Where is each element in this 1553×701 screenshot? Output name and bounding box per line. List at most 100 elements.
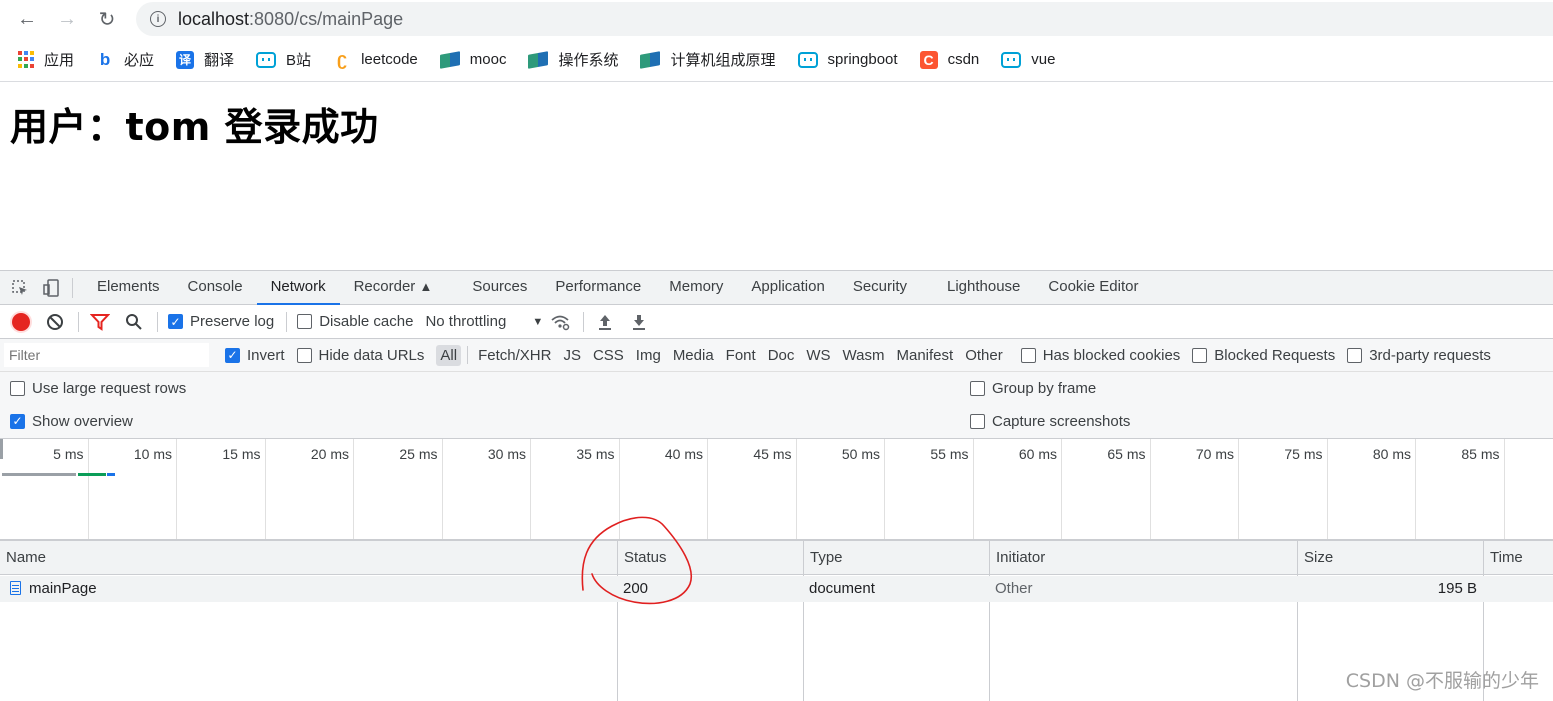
back-icon[interactable]: ← [12, 4, 42, 34]
timeline-tick-label: 20 ms [310, 446, 349, 462]
show-overview-checkbox[interactable]: ✓ Show overview [10, 413, 133, 430]
tab-network[interactable]: Network [256, 271, 340, 305]
network-conditions-button[interactable] [549, 311, 571, 333]
blocked-requests-label: Blocked Requests [1214, 346, 1336, 364]
tab-console[interactable]: Console [174, 271, 257, 305]
cell-name: mainPage [4, 576, 97, 602]
filter-type-fetch-xhr[interactable]: Fetch/XHR [474, 345, 555, 366]
timeline-tick: 10 ms [89, 439, 177, 539]
export-har-button[interactable] [628, 311, 650, 333]
has-blocked-cookies-label: Has blocked cookies [1042, 346, 1181, 364]
device-toolbar-icon[interactable] [42, 278, 62, 298]
timeline-tick-label: 40 ms [664, 446, 703, 462]
tab-security[interactable]: Security [839, 271, 921, 305]
hide-data-urls-label: Hide data URLs [318, 346, 425, 364]
record-button[interactable] [10, 311, 32, 333]
checkbox-unchecked-icon [970, 413, 985, 429]
table-header: Name Status Type Initiator Size Time [0, 541, 1553, 575]
bookmark-leetcode[interactable]: ʗ leetcode [333, 49, 418, 69]
filter-type-all[interactable]: All [436, 344, 462, 366]
filter-type-manifest[interactable]: Manifest [893, 345, 958, 366]
timeline-tick: 35 ms [531, 439, 620, 539]
divider [157, 311, 158, 332]
tab-memory[interactable]: Memory [655, 271, 737, 305]
column-size[interactable]: Size [1297, 541, 1483, 575]
bookmark-os[interactable]: 操作系统 [528, 49, 618, 70]
network-overview-timeline[interactable]: 5 ms 10 ms 15 ms 20 ms 25 ms 30 ms 35 ms 40 ms 4… [0, 439, 1553, 541]
settings-row: Use large request rows Group by frame [0, 372, 1553, 404]
blocked-requests-checkbox[interactable]: Blocked Requests [1192, 347, 1335, 364]
url-port: :8080 [249, 8, 295, 29]
throttling-select[interactable]: No throttling ▼ [425, 313, 543, 330]
capture-screenshots-checkbox[interactable]: Capture screenshots [970, 413, 1130, 430]
filter-type-doc[interactable]: Doc [764, 345, 799, 366]
filter-type-wasm[interactable]: Wasm [839, 345, 889, 366]
cell-initiator: Other [995, 580, 1033, 597]
timeline-tick-label: 45 ms [753, 446, 792, 462]
bookmark-label: B站 [286, 52, 312, 69]
filter-type-ws[interactable]: WS [802, 345, 834, 366]
checkbox-unchecked-icon [1192, 347, 1208, 363]
tab-elements[interactable]: Elements [83, 271, 174, 305]
disable-cache-checkbox[interactable]: Disable cache [297, 313, 413, 330]
address-row: ← → ↻ i localhost:8080/cs/mainPage [0, 0, 1553, 38]
tab-sources[interactable]: Sources [458, 271, 541, 305]
tab-performance[interactable]: Performance [541, 271, 655, 305]
clear-button[interactable] [44, 311, 66, 333]
column-status[interactable]: Status [617, 541, 803, 575]
filter-type-media[interactable]: Media [669, 345, 718, 366]
overview-bar-download [78, 473, 106, 476]
bookmark-label: leetcode [361, 51, 418, 68]
import-har-button[interactable] [594, 311, 616, 333]
filter-type-js[interactable]: JS [559, 345, 585, 366]
bookmark-apps[interactable]: 应用 [18, 49, 74, 70]
tab-recorder[interactable]: Recorder ▲ [340, 271, 447, 305]
bookmark-translate[interactable]: 译 翻译 [176, 49, 234, 70]
reload-icon[interactable]: ↻ [92, 4, 122, 34]
timeline-tick: 45 ms [708, 439, 797, 539]
url-text[interactable]: localhost:8080/cs/mainPage [178, 9, 403, 30]
filter-toggle-button[interactable] [89, 311, 111, 333]
bookmark-springboot[interactable]: springboot [797, 51, 898, 68]
column-type[interactable]: Type [803, 541, 989, 575]
preserve-log-checkbox[interactable]: ✓ Preserve log [168, 313, 274, 330]
column-time[interactable]: Time [1483, 541, 1553, 575]
forward-icon[interactable]: → [52, 4, 82, 34]
inspect-element-icon[interactable] [10, 278, 30, 298]
timeline-tick: 85 ms [1416, 439, 1505, 539]
large-rows-checkbox[interactable]: Use large request rows [10, 380, 186, 397]
divider [78, 311, 79, 332]
filter-type-img[interactable]: Img [632, 345, 665, 366]
tab-cookie-editor[interactable]: Cookie Editor [1034, 271, 1152, 305]
bookmark-bing[interactable]: b 必应 [96, 49, 154, 70]
column-name[interactable]: Name [0, 541, 617, 575]
bookmark-computer-organization[interactable]: 计算机组成原理 [640, 49, 776, 70]
clear-icon [47, 313, 63, 330]
bilibili-icon [797, 51, 818, 68]
search-button[interactable] [123, 311, 145, 333]
address-bar[interactable]: i localhost:8080/cs/mainPage [136, 2, 1553, 36]
column-initiator[interactable]: Initiator [989, 541, 1297, 575]
bookmark-mooc[interactable]: mooc [439, 50, 506, 69]
third-party-requests-checkbox[interactable]: 3rd-party requests [1347, 347, 1491, 364]
filter-input[interactable] [4, 343, 209, 367]
divider [286, 311, 288, 332]
tab-application[interactable]: Application [737, 271, 838, 305]
divider [583, 311, 585, 332]
filter-type-font[interactable]: Font [722, 345, 760, 366]
filter-type-css[interactable]: CSS [589, 345, 628, 366]
has-blocked-cookies-checkbox[interactable]: Has blocked cookies [1020, 346, 1181, 364]
info-icon[interactable]: i [150, 11, 166, 27]
tab-lighthouse[interactable]: Lighthouse [933, 271, 1034, 305]
hide-data-urls-checkbox[interactable]: Hide data URLs [296, 346, 425, 364]
group-by-frame-checkbox[interactable]: Group by frame [970, 380, 1096, 397]
bookmark-label: vue [1031, 51, 1056, 68]
bookmark-csdn[interactable]: C csdn [919, 50, 979, 69]
invert-checkbox[interactable]: ✓ Invert [225, 347, 285, 364]
filter-type-other[interactable]: Other [961, 345, 1007, 366]
table-row[interactable]: mainPage 200 document Other 195 B [0, 576, 1553, 602]
url-path: /cs/mainPage [294, 8, 404, 29]
bookmark-bilibili[interactable]: B站 [256, 49, 311, 70]
network-request-table: Name Status Type Initiator Size Time mai… [0, 541, 1553, 701]
bookmark-vue[interactable]: vue [1001, 51, 1055, 68]
